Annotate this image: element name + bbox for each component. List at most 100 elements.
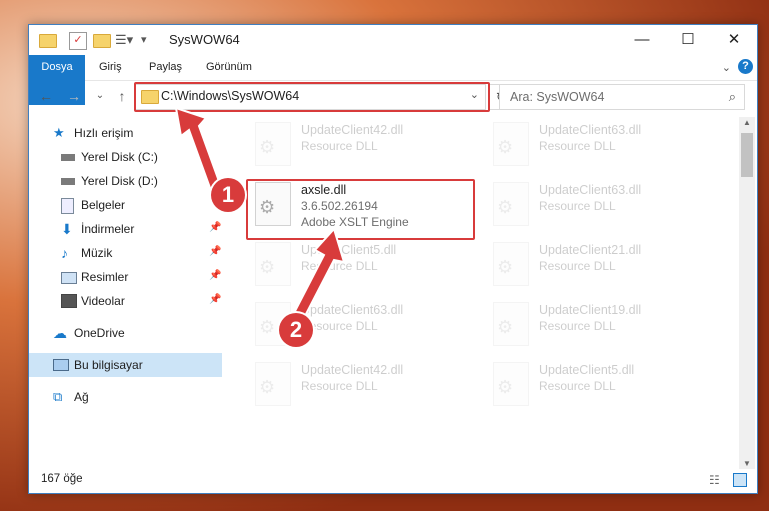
help-icon[interactable]: ?: [738, 59, 753, 74]
gear-icon: ⚙: [259, 377, 276, 397]
list-item[interactable]: ⚙ UpdateClient42.dll Resource DLL: [249, 359, 469, 409]
up-button[interactable]: ↑: [113, 87, 131, 105]
sidebar-item-label: Resimler: [81, 270, 129, 284]
folder-icon: [39, 34, 57, 48]
search-icon[interactable]: ⌕: [729, 89, 736, 105]
address-highlight-box: [134, 82, 490, 112]
scroll-up-icon[interactable]: ▲: [743, 118, 751, 127]
file-name: UpdateClient42.dll: [301, 123, 404, 137]
list-item[interactable]: ⚙ UpdateClient63.dll Resource DLL: [487, 119, 707, 169]
sidebar-item-downloads[interactable]: ⬇ İndirmeler 📌: [29, 217, 222, 241]
file-type: Resource DLL: [301, 139, 378, 153]
step-badge-1: 1: [211, 178, 245, 212]
gear-icon: ⚙: [497, 197, 514, 217]
gear-icon: ⚙: [497, 377, 514, 397]
title-bar: ✓ ☰▾ ▾ SysWOW64 — ☐ ✕: [29, 25, 757, 55]
file-type: Resource DLL: [301, 259, 378, 273]
scroll-down-icon[interactable]: ▼: [743, 459, 751, 468]
file-list: ⚙ UpdateClient42.dll Resource DLL ⚙ Upda…: [239, 113, 739, 463]
maximize-button[interactable]: ☐: [665, 25, 711, 55]
list-item[interactable]: ⚙ UpdateClient19.dll Resource DLL: [487, 299, 707, 349]
dropdown-arrow-icon[interactable]: ▾: [141, 32, 157, 48]
cloud-icon: ☁: [53, 325, 67, 341]
drive-icon: [61, 178, 75, 185]
sidebar-item-onedrive[interactable]: ☁ OneDrive: [29, 321, 222, 345]
file-type: Resource DLL: [539, 319, 616, 333]
gear-icon: ⚙: [497, 257, 514, 277]
file-highlight-box: [246, 179, 475, 240]
sidebar-item-documents[interactable]: Belgeler: [29, 193, 222, 217]
sidebar-item-label: Yerel Disk (C:): [81, 150, 158, 164]
expand-ribbon-icon[interactable]: ⌄: [722, 61, 731, 74]
sidebar-item-label: Hızlı erişim: [74, 126, 134, 140]
new-folder-icon[interactable]: [93, 34, 111, 48]
pin-icon[interactable]: 📌: [209, 270, 221, 281]
sidebar-item-network[interactable]: ⧉ Ağ: [29, 385, 222, 409]
sidebar-item-label: Müzik: [81, 246, 113, 260]
sidebar-item-local-disk-d[interactable]: Yerel Disk (D:): [29, 169, 222, 193]
sidebar-item-label: Belgeler: [81, 198, 126, 212]
file-type: Resource DLL: [301, 379, 378, 393]
pin-icon[interactable]: 📌: [209, 222, 221, 233]
sidebar-item-videos[interactable]: Videolar 📌: [29, 289, 222, 313]
file-type: Resource DLL: [539, 259, 616, 273]
file-type: Resource DLL: [539, 379, 616, 393]
file-name: UpdateClient63.dll: [539, 183, 642, 197]
ribbon: Dosya Giriş Paylaş Görünüm ⌄ ?: [29, 55, 757, 105]
list-item[interactable]: ⚙ UpdateClient21.dll Resource DLL: [487, 239, 707, 289]
sidebar-item-label: İndirmeler: [81, 222, 135, 236]
minimize-button[interactable]: —: [619, 25, 665, 55]
star-icon: ★: [53, 125, 65, 140]
properties-icon[interactable]: ✓: [69, 32, 87, 50]
vertical-scrollbar[interactable]: ▲ ▼: [739, 117, 755, 469]
sidebar-item-label: Ağ: [74, 390, 89, 404]
forward-button[interactable]: →: [65, 87, 83, 105]
file-name: UpdateClient5.dll: [539, 363, 635, 377]
gear-icon: ⚙: [497, 317, 514, 337]
file-name: UpdateClient63.dll: [539, 123, 642, 137]
sidebar-item-this-pc[interactable]: Bu bilgisayar: [29, 353, 222, 377]
network-icon: ⧉: [53, 389, 63, 404]
search-placeholder[interactable]: Ara: SysWOW64: [510, 90, 604, 104]
sidebar-item-label: Videolar: [81, 294, 125, 308]
list-item[interactable]: ⚙ UpdateClient42.dll Resource DLL: [249, 119, 469, 169]
item-count: 167 öğe: [41, 473, 83, 485]
sidebar-item-pictures[interactable]: Resimler 📌: [29, 265, 222, 289]
sidebar-item-label: Yerel Disk (D:): [81, 174, 158, 188]
back-button[interactable]: ←: [37, 87, 55, 105]
file-name: UpdateClient63.dll: [301, 303, 404, 317]
computer-icon: [53, 359, 69, 371]
file-type: Resource DLL: [539, 199, 616, 213]
file-type: Resource DLL: [539, 139, 616, 153]
music-icon: ♪: [61, 245, 68, 261]
drive-icon: [61, 154, 75, 161]
large-icons-view-icon[interactable]: [733, 473, 747, 487]
step-badge-2: 2: [279, 313, 313, 347]
gear-icon: ⚙: [259, 257, 276, 277]
tab-share[interactable]: Paylaş: [149, 55, 182, 80]
recent-locations-icon[interactable]: ⌄: [91, 87, 109, 105]
scrollbar-thumb[interactable]: [741, 133, 753, 177]
list-item[interactable]: ⚙ UpdateClient63.dll Resource DLL: [487, 179, 707, 229]
tab-view[interactable]: Görünüm: [206, 55, 252, 80]
sidebar-item-music[interactable]: ♪ Müzik 📌: [29, 241, 222, 265]
navigation-pane: ★ Hızlı erişim Yerel Disk (C:) Yerel Dis…: [29, 117, 222, 457]
sidebar-item-local-disk-c[interactable]: Yerel Disk (C:): [29, 145, 222, 169]
close-button[interactable]: ✕: [711, 25, 757, 55]
file-name: UpdateClient21.dll: [539, 243, 642, 257]
tab-home[interactable]: Giriş: [99, 55, 122, 80]
pin-icon[interactable]: 📌: [209, 246, 221, 257]
list-item[interactable]: ⚙ UpdateClient5.dll Resource DLL: [249, 239, 469, 289]
gear-icon: ⚙: [259, 137, 276, 157]
list-item[interactable]: ⚙ UpdateClient5.dll Resource DLL: [487, 359, 707, 409]
file-name: UpdateClient42.dll: [301, 363, 404, 377]
search-box[interactable]: Ara: SysWOW64 ⌕: [499, 84, 745, 110]
sidebar-item-label: Bu bilgisayar: [74, 358, 143, 372]
customize-toolbar-icon[interactable]: ☰▾: [115, 32, 133, 48]
pin-icon[interactable]: 📌: [209, 294, 221, 305]
download-icon: ⬇: [61, 221, 73, 237]
picture-icon: [61, 272, 77, 284]
sidebar-item-quick-access[interactable]: ★ Hızlı erişim: [29, 121, 222, 145]
status-bar: 167 öğe ☷: [29, 469, 757, 493]
details-view-icon[interactable]: ☷: [709, 473, 720, 487]
